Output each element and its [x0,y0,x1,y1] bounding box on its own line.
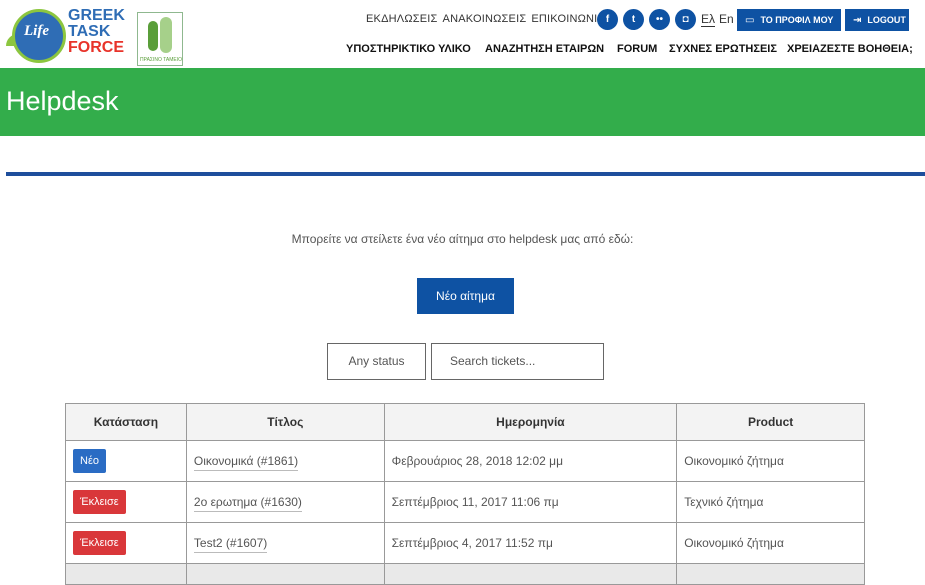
profile-button[interactable]: ▭ ΤΟ ΠΡΟΦΙΛ ΜΟΥ [737,9,841,31]
date-cell: Φεβρουάριος 28, 2018 12:02 μμ [383,440,678,482]
ticket-link[interactable]: 2ο ερωτημα (#1630) [193,495,302,512]
title-cell: 2ο ερωτημα (#1630) [185,481,385,523]
tickets-table: Κατάσταση Τίτλος Ημερομηνία Product Νέο … [65,403,865,585]
column-header-date[interactable]: Ημερομηνία [383,403,678,441]
logo-life-text: Life [24,23,49,39]
column-header-product[interactable]: Product [676,403,865,441]
lang-en[interactable]: En [719,12,734,26]
table-header-row: Κατάσταση Τίτλος Ημερομηνία Product [65,403,865,441]
nav-company-search[interactable]: ΑΝΑΖΗΤΗΣΗ ΕΤΑΙΡΩΝ [485,43,604,55]
intro-text: Μπορείτε να στείλετε ένα νέο αίτημα στο … [291,232,634,246]
status-badge: Έκλεισε [73,531,126,555]
table-row: Έκλεισε 2ο ερωτημα (#1630) Σεπτέμβριος 1… [65,481,865,523]
table-row: Νέο Οικονομικά (#1861) Φεβρουάριος 28, 2… [65,440,865,482]
footer-cell [65,563,187,585]
ticket-link[interactable]: Test2 (#1607) [193,536,268,553]
logout-icon: ⇥ [853,15,862,26]
laptop-icon: ▭ [745,15,755,26]
column-header-title[interactable]: Τίτλος [185,403,385,441]
footer-cell [383,563,678,585]
green-fund-logo[interactable]: ΠΡΑΣΙΝΟ ΤΑΜΕΙΟ [137,12,183,66]
top-link-announcements[interactable]: ΑΝΑΚΟΙΝΩΣΕΙΣ [443,13,527,25]
greek-task-force-logo[interactable]: Life GREEK TASK FORCE [6,6,128,66]
product-cell: Οικονομικό ζήτημα [676,440,865,482]
top-link-contact[interactable]: ΕΠΙΚΟΙΝΩΝΙΑ [531,13,605,25]
lang-el[interactable]: Ελ [701,12,716,27]
search-input[interactable]: Search tickets... [431,343,604,380]
top-links: ΕΚΔΗΛΩΣΕΙΣ ΑΝΑΚΟΙΝΩΣΕΙΣ ΕΠΙΚΟΙΝΩΝΙΑ [366,13,610,25]
nav-forum[interactable]: FORUM [617,43,657,55]
column-header-status[interactable]: Κατάσταση [65,403,187,441]
footer-cell [676,563,865,585]
nav-need-help[interactable]: ΧΡΕΙΑΖΕΣΤΕ ΒΟΗΘΕΙΑ; [787,43,913,55]
profile-button-label: ΤΟ ΠΡΟΦΙΛ ΜΟΥ [760,15,834,25]
title-cell: Οικονομικά (#1861) [185,440,385,482]
table-row: Έκλεισε Test2 (#1607) Σεπτέμβριος 4, 201… [65,522,865,564]
status-badge: Νέο [73,449,106,473]
product-cell: Τεχνικό ζήτημα [676,481,865,523]
logo-line-force: FORCE [68,39,124,56]
logo-line-greek: GREEK [68,7,125,24]
ticket-link[interactable]: Οικονομικά (#1861) [193,454,299,471]
logout-button-label: LOGOUT [867,15,906,25]
nav-support-material[interactable]: ΥΠΟΣΤΗΡΙΚΤΙΚΟ ΥΛΙΚΟ [346,43,471,55]
facebook-icon[interactable]: f [597,9,618,30]
tree-icon [148,21,158,51]
flickr-icon[interactable]: •• [649,9,670,30]
status-cell: Έκλεισε [65,481,187,523]
table-footer-row [65,563,865,585]
title-cell: Test2 (#1607) [185,522,385,564]
page-banner: Helpdesk [0,68,925,136]
logo-text: GREEK TASK FORCE [68,8,125,56]
twitter-icon[interactable]: t [623,9,644,30]
logo-line-task: TASK [68,23,111,40]
product-cell: Οικονομικό ζήτημα [676,522,865,564]
date-cell: Σεπτέμβριος 4, 2017 11:52 πμ [383,522,678,564]
top-link-events[interactable]: ΕΚΔΗΛΩΣΕΙΣ [366,13,438,25]
instagram-icon[interactable]: ◘ [675,9,696,30]
green-fund-caption: ΠΡΑΣΙΝΟ ΤΑΜΕΙΟ [140,57,182,63]
logout-button[interactable]: ⇥ LOGOUT [845,9,909,31]
new-request-button[interactable]: Νέο αίτημα [417,278,514,314]
section-divider [6,172,925,176]
status-cell: Έκλεισε [65,522,187,564]
status-filter-select[interactable]: Any status [327,343,426,380]
status-cell: Νέο [65,440,187,482]
page-title: Helpdesk [6,86,119,116]
nav-faq[interactable]: ΣΥΧΝΕΣ ΕΡΩΤΗΣΕΙΣ [669,43,777,55]
status-badge: Έκλεισε [73,490,126,514]
footer-cell [185,563,385,585]
tree-icon [160,17,172,53]
site-header: Life GREEK TASK FORCE ΠΡΑΣΙΝΟ ΤΑΜΕΙΟ ΕΚΔ… [0,0,925,68]
date-cell: Σεπτέμβριος 11, 2017 11:06 πμ [383,481,678,523]
